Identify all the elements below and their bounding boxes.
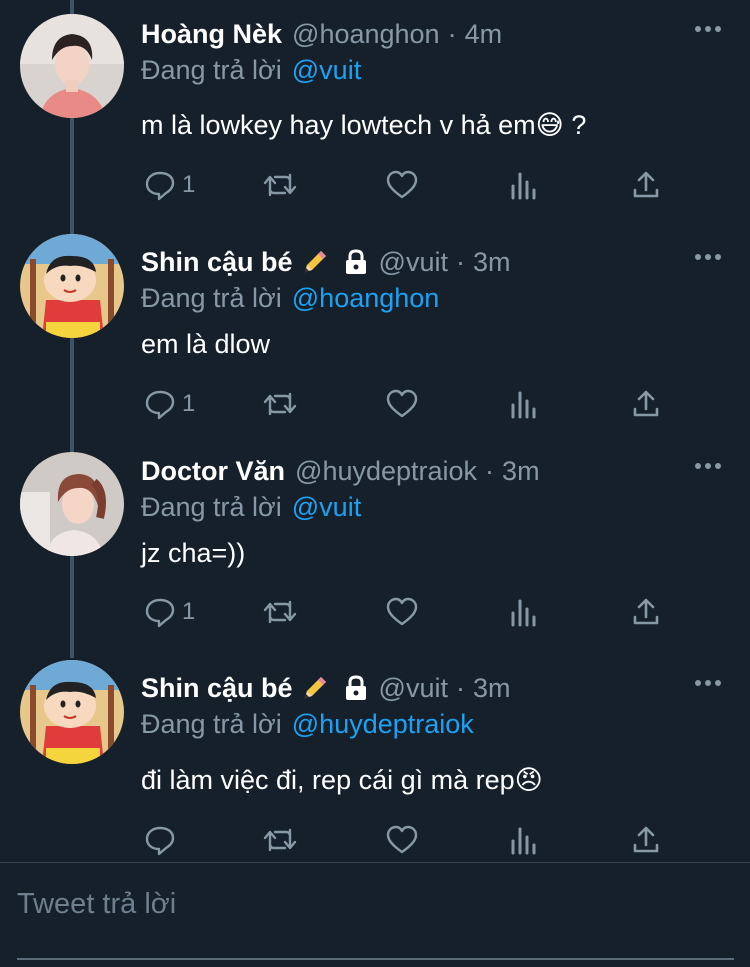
retweet-button[interactable] <box>262 820 298 860</box>
replying-to: Đang trả lời @vuit <box>141 52 361 88</box>
pencil-icon <box>301 248 329 276</box>
reply-button[interactable] <box>144 820 182 860</box>
retweet-icon <box>263 173 297 197</box>
analytics-icon <box>511 172 536 200</box>
timestamp[interactable]: 4m <box>465 19 503 50</box>
user-handle[interactable]: @vuit <box>379 673 448 704</box>
replying-to-label: Đang trả lời <box>141 708 282 739</box>
share-button[interactable] <box>631 592 661 632</box>
heart-icon <box>386 389 418 418</box>
user-handle[interactable]: @huydeptraiok <box>295 456 477 487</box>
avatar-huydeptraiok[interactable] <box>20 452 124 556</box>
lock-icon <box>343 674 369 702</box>
mention-link[interactable]: @vuit <box>292 55 361 86</box>
more-options-icon[interactable] <box>694 22 722 36</box>
separator-dot: · <box>455 672 465 703</box>
reply-count: 1 <box>182 598 196 625</box>
pencil-icon <box>301 674 329 702</box>
user-handle[interactable]: @vuit <box>379 247 448 278</box>
reply-count: 1 <box>182 171 196 198</box>
reply-count: 1 <box>182 390 196 417</box>
user-handle[interactable]: @hoanghon <box>292 19 440 50</box>
replying-to-label: Đang trả lời <box>141 54 282 85</box>
display-name[interactable]: Hoàng Nèk <box>141 19 282 50</box>
display-name[interactable]: Shin cậu bé <box>141 247 293 278</box>
reply-icon <box>145 826 175 856</box>
person-photo-avatar-icon <box>20 14 124 118</box>
reply-button[interactable]: 1 <box>144 165 195 205</box>
display-name[interactable]: Doctor Văn <box>141 456 285 487</box>
share-icon <box>633 390 659 417</box>
like-button[interactable] <box>386 820 418 860</box>
display-name[interactable]: Shin cậu bé <box>141 673 293 704</box>
reply-composer-input[interactable]: Tweet trả lời <box>17 888 176 921</box>
retweet-button[interactable] <box>262 592 298 632</box>
lock-icon <box>343 248 369 276</box>
mention-link[interactable]: @hoanghon <box>292 283 440 314</box>
tweet-text: em là dlow <box>141 328 271 359</box>
separator-dot: · <box>455 246 465 277</box>
tweet-actions: 1 <box>0 384 750 424</box>
like-button[interactable] <box>386 384 418 424</box>
analytics-button[interactable] <box>510 592 538 632</box>
avatar-hoanghon[interactable] <box>20 14 124 118</box>
mention-link[interactable]: @vuit <box>292 492 361 523</box>
analytics-button[interactable] <box>510 384 538 424</box>
tweet-text: jz cha=)) <box>141 537 246 568</box>
separator-dot: · <box>485 455 495 486</box>
separator-dot: · <box>447 18 457 49</box>
replying-to: Đang trả lời @hoanghon <box>141 280 439 316</box>
share-icon <box>633 171 659 198</box>
share-button[interactable] <box>631 820 661 860</box>
analytics-icon <box>511 599 536 627</box>
reply-button[interactable]: 1 <box>144 592 195 632</box>
reply-icon <box>145 598 175 628</box>
share-icon <box>633 598 659 625</box>
timestamp[interactable]: 3m <box>502 456 540 487</box>
retweet-button[interactable] <box>262 384 298 424</box>
tweet-actions: 1 <box>0 165 750 205</box>
analytics-icon <box>511 391 536 419</box>
reply-button[interactable]: 1 <box>144 384 195 424</box>
analytics-button[interactable] <box>510 165 538 205</box>
shin-chan-avatar-icon <box>20 234 124 338</box>
more-options-icon[interactable] <box>694 250 722 264</box>
tweet-actions <box>0 820 750 860</box>
timestamp[interactable]: 3m <box>473 247 511 278</box>
shin-chan-avatar-icon <box>20 660 124 764</box>
replying-to: Đang trả lời @vuit <box>141 489 361 525</box>
retweet-icon <box>263 392 297 416</box>
heart-icon <box>386 825 418 854</box>
composer-divider <box>0 862 750 863</box>
tweet-text: m là lowkey hay lowtech v hả em😅 ? <box>141 109 587 140</box>
composer-underline <box>17 958 734 960</box>
avatar-vuit[interactable] <box>20 234 124 338</box>
share-button[interactable] <box>631 384 661 424</box>
retweet-icon <box>263 828 297 852</box>
avatar-vuit[interactable] <box>20 660 124 764</box>
more-options-icon[interactable] <box>694 459 722 473</box>
replying-to-label: Đang trả lời <box>141 491 282 522</box>
person-photo-avatar-icon <box>20 452 124 556</box>
analytics-icon <box>511 827 536 855</box>
retweet-icon <box>263 600 297 624</box>
heart-icon <box>386 597 418 626</box>
retweet-button[interactable] <box>262 165 298 205</box>
more-options-icon[interactable] <box>694 676 722 690</box>
share-button[interactable] <box>631 165 661 205</box>
analytics-button[interactable] <box>510 820 538 860</box>
tweet-text: đi làm việc đi, rep cái gì mà rep😠 <box>141 764 543 795</box>
heart-icon <box>386 170 418 199</box>
replying-to: Đang trả lời @huydeptraiok <box>141 706 474 742</box>
mention-link[interactable]: @huydeptraiok <box>292 709 474 740</box>
reply-icon <box>145 171 175 201</box>
like-button[interactable] <box>386 165 418 205</box>
tweet-thread: Hoàng Nèk @hoanghon · 4m Đang trả lời @v… <box>0 0 750 967</box>
reply-icon <box>145 390 175 420</box>
tweet-actions: 1 <box>0 592 750 632</box>
like-button[interactable] <box>386 592 418 632</box>
share-icon <box>633 826 659 853</box>
replying-to-label: Đang trả lời <box>141 282 282 313</box>
timestamp[interactable]: 3m <box>473 673 511 704</box>
